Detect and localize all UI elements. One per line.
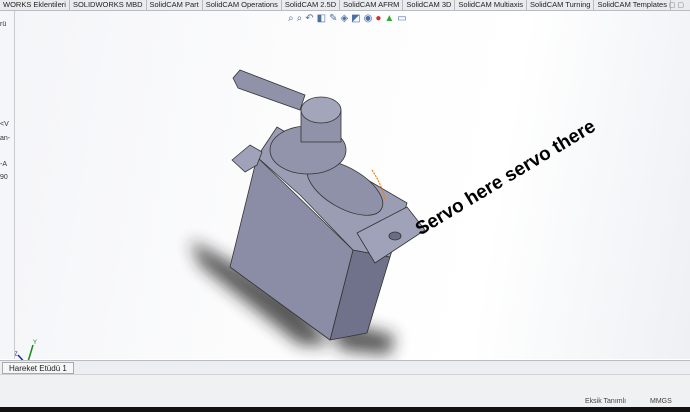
tab-solidcam-part[interactable]: SolidCAM Part xyxy=(147,0,203,10)
graphics-area[interactable] xyxy=(10,11,690,359)
panel-text: rü xyxy=(0,21,7,28)
hide-show-icon[interactable]: ◉ xyxy=(364,13,373,24)
panel-text: <V xyxy=(0,121,9,128)
previous-view-icon[interactable]: ↶ xyxy=(305,13,313,24)
window-icons[interactable]: ▢ ▢ xyxy=(669,1,684,9)
panel-text: -A xyxy=(0,161,7,168)
heads-up-view-toolbar: ⌕ ⌕ ↶ ◧ ✎ ◈ ◩ ◉ ● ▲ ▭ xyxy=(288,13,407,24)
section-view-icon[interactable]: ◧ xyxy=(317,13,326,24)
panel-text: 90 xyxy=(0,174,8,181)
view-settings-icon[interactable]: ▭ xyxy=(397,13,406,24)
display-style-icon[interactable]: ◩ xyxy=(351,13,360,24)
tab-solidcam-3d[interactable]: SolidCAM 3D xyxy=(403,0,456,10)
tab-solidcam-multiaxis[interactable]: SolidCAM Multiaxis xyxy=(455,0,528,10)
tab-motion-study[interactable]: Hareket Etüdü 1 xyxy=(2,362,74,374)
tab-solidcam-afrm[interactable]: SolidCAM AFRM xyxy=(340,0,404,10)
panel-text: an- xyxy=(0,135,11,142)
units-selector[interactable]: MMGS xyxy=(650,398,672,406)
tab-solidcam-operations[interactable]: SolidCAM Operations xyxy=(203,0,282,10)
status-bar: Eksik Tanımlı MMGS xyxy=(0,374,690,407)
feature-manager-panel[interactable]: rü <V an- -A 90 xyxy=(0,11,15,359)
view-orientation-icon[interactable]: ◈ xyxy=(340,13,348,24)
zoom-to-fit-icon[interactable]: ⌕ xyxy=(288,13,294,24)
tab-solidcam-turning[interactable]: SolidCAM Turning xyxy=(527,0,595,10)
command-manager-tabs: WORKS Eklentileri SOLIDWORKS MBD SolidCA… xyxy=(0,0,690,11)
edit-appearance-icon[interactable]: ● xyxy=(375,13,381,24)
bottom-tabs: Hareket Etüdü 1 xyxy=(0,360,690,374)
tab-solidcam-25d[interactable]: SolidCAM 2.5D xyxy=(282,0,341,10)
apply-scene-icon[interactable]: ▲ xyxy=(384,13,394,24)
zoom-area-icon[interactable]: ⌕ xyxy=(297,13,303,24)
dynamic-annotation-icon[interactable]: ✎ xyxy=(329,13,337,24)
tab-solidcam-templates[interactable]: SolidCAM Templates xyxy=(594,0,671,10)
tab-eklentiler[interactable]: WORKS Eklentileri xyxy=(0,0,70,10)
definition-status: Eksik Tanımlı xyxy=(585,398,627,405)
screen-edge xyxy=(0,407,690,412)
tab-mbd[interactable]: SOLIDWORKS MBD xyxy=(70,0,147,10)
